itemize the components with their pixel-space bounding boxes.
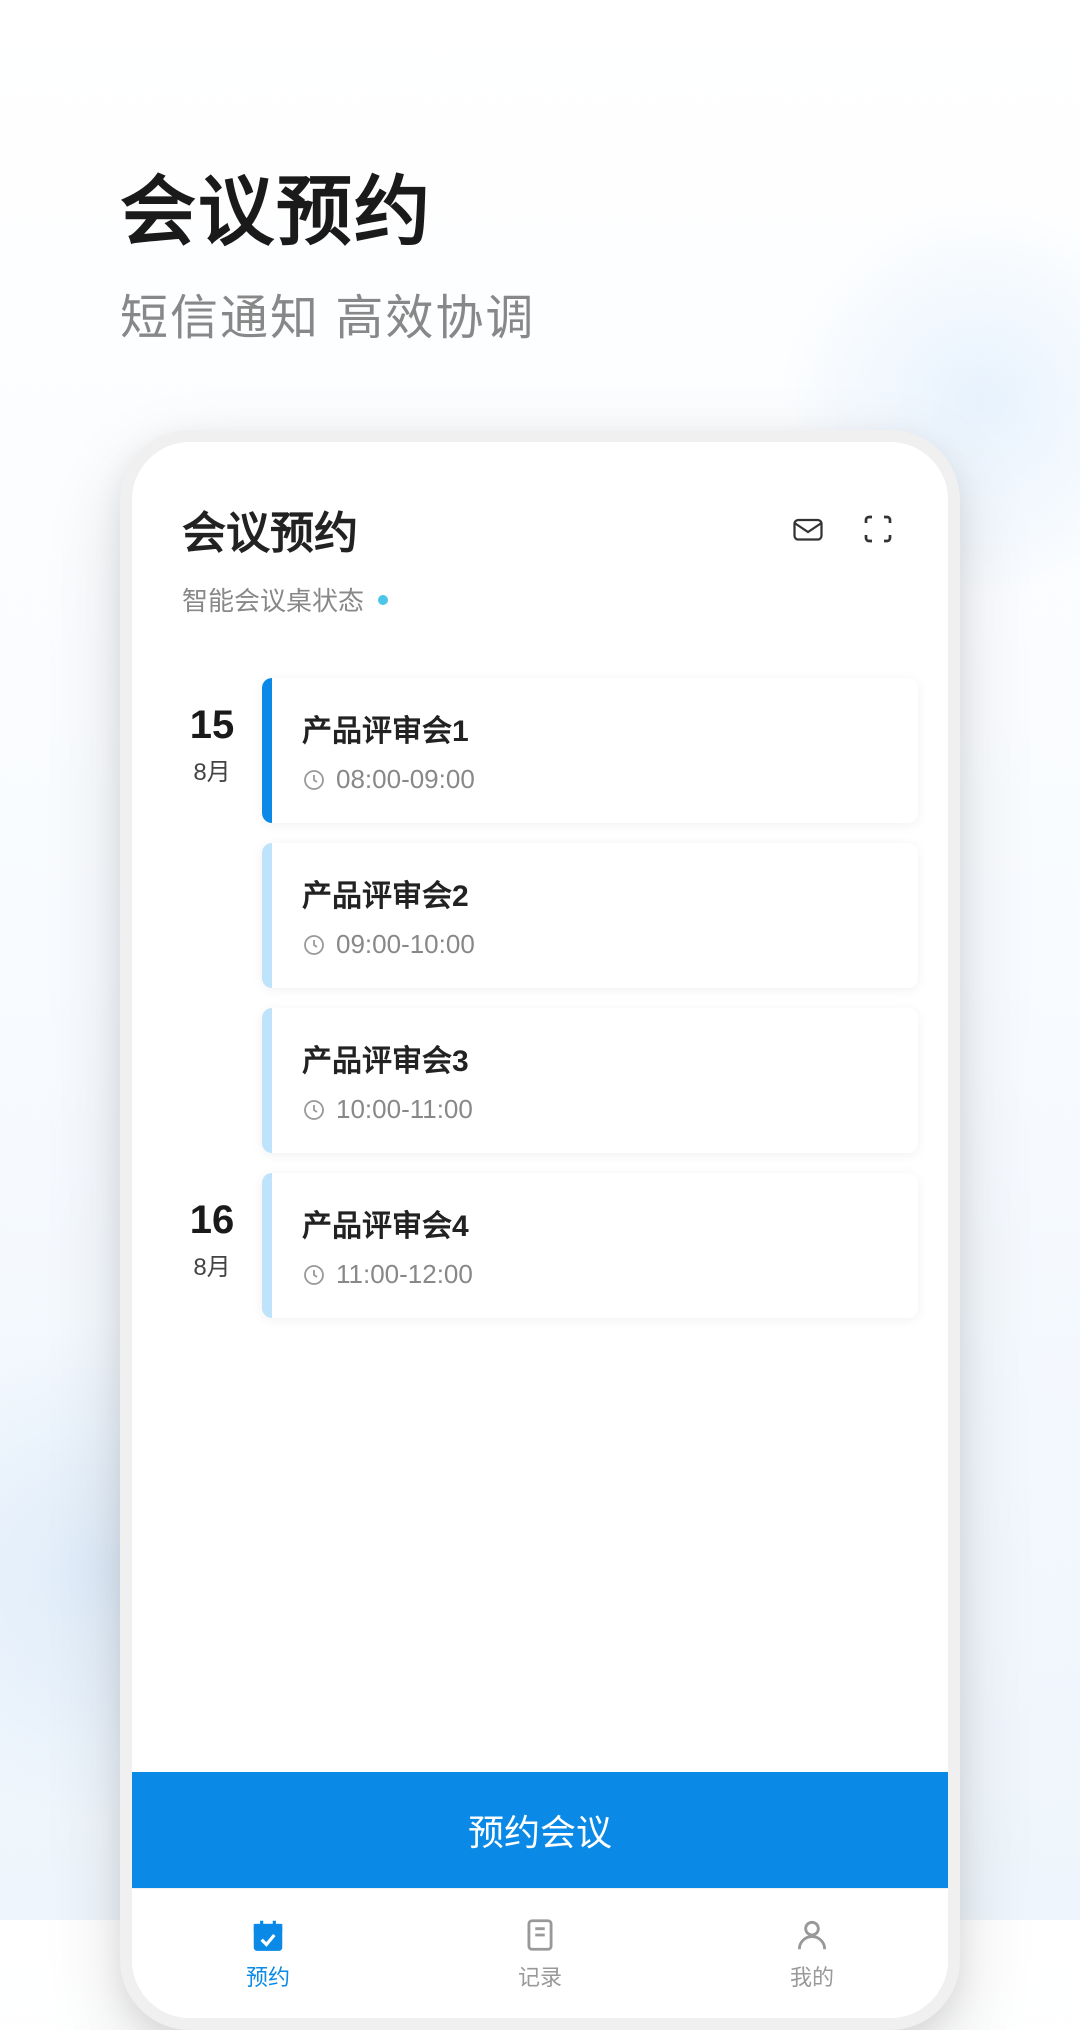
meeting-time-text: 09:00-10:00: [336, 929, 475, 960]
book-meeting-button[interactable]: 预约会议: [132, 1772, 948, 1888]
scan-icon[interactable]: [858, 509, 898, 549]
header-icons: [788, 509, 898, 549]
mail-icon[interactable]: [788, 509, 828, 549]
clock-icon: [302, 933, 326, 957]
clock-icon: [302, 1263, 326, 1287]
phone-frame: 会议预约: [120, 430, 960, 2030]
date-month: 8月: [162, 752, 262, 787]
meeting-time-text: 11:00-12:00: [336, 1259, 473, 1290]
meeting-title: 产品评审会1: [302, 706, 888, 750]
meeting-indicator-active: [262, 678, 272, 823]
meeting-time: 11:00-12:00: [302, 1259, 888, 1290]
date-month: 8月: [162, 1247, 262, 1282]
meetings-column: 产品评审会4 11:00-12:00: [262, 1173, 918, 1338]
clock-icon: [302, 768, 326, 792]
page-subtitle: 短信通知 高效协调: [120, 278, 535, 348]
meeting-indicator-inactive: [262, 1173, 272, 1318]
day-group: 16 8月 产品评审会4: [162, 1173, 918, 1338]
meeting-time-text: 10:00-11:00: [336, 1094, 473, 1125]
date-column: 15 8月: [162, 678, 262, 1173]
page-heading: 会议预约 短信通知 高效协调: [120, 150, 535, 348]
meeting-card[interactable]: 产品评审会4 11:00-12:00: [262, 1173, 918, 1318]
date-day: 15: [162, 703, 262, 748]
calendar-check-icon: [249, 1916, 287, 1954]
meeting-time: 09:00-10:00: [302, 929, 888, 960]
meeting-indicator-inactive: [262, 1008, 272, 1153]
meeting-body: 产品评审会2 09:00-10:00: [272, 843, 918, 988]
app-header: 会议预约: [132, 442, 948, 638]
bottom-nav: 预约 记录 我的: [132, 1888, 948, 2018]
meeting-time: 10:00-11:00: [302, 1094, 888, 1125]
status-row: 智能会议桌状态: [182, 581, 898, 618]
meeting-title: 产品评审会3: [302, 1036, 888, 1080]
meeting-body: 产品评审会4 11:00-12:00: [272, 1173, 918, 1318]
page-title: 会议预约: [120, 150, 535, 260]
meeting-body: 产品评审会3 10:00-11:00: [272, 1008, 918, 1153]
date-column: 16 8月: [162, 1173, 262, 1338]
nav-item-records[interactable]: 记录: [404, 1889, 676, 2018]
nav-item-book[interactable]: 预约: [132, 1889, 404, 2018]
phone-screen: 会议预约: [132, 442, 948, 2018]
meeting-card[interactable]: 产品评审会2 09:00-10:00: [262, 843, 918, 988]
meeting-card[interactable]: 产品评审会3 10:00-11:00: [262, 1008, 918, 1153]
person-icon: [793, 1916, 831, 1954]
nav-label: 预约: [246, 1960, 290, 1992]
day-group: 15 8月 产品评审会1: [162, 678, 918, 1173]
meeting-title: 产品评审会2: [302, 871, 888, 915]
nav-label: 我的: [790, 1960, 834, 1992]
meeting-time: 08:00-09:00: [302, 764, 888, 795]
status-dot-icon: [378, 595, 388, 605]
meeting-indicator-inactive: [262, 843, 272, 988]
nav-label: 记录: [518, 1960, 562, 1992]
app-title: 会议预约: [182, 497, 358, 561]
meeting-title: 产品评审会4: [302, 1201, 888, 1245]
nav-item-profile[interactable]: 我的: [676, 1889, 948, 2018]
document-icon: [521, 1916, 559, 1954]
meeting-time-text: 08:00-09:00: [336, 764, 475, 795]
clock-icon: [302, 1098, 326, 1122]
meeting-body: 产品评审会1 08:00-09:00: [272, 678, 918, 823]
header-top: 会议预约: [182, 497, 898, 561]
meeting-card[interactable]: 产品评审会1 08:00-09:00: [262, 678, 918, 823]
meetings-column: 产品评审会1 08:00-09:00: [262, 678, 918, 1173]
status-label: 智能会议桌状态: [182, 581, 364, 618]
date-day: 16: [162, 1198, 262, 1243]
